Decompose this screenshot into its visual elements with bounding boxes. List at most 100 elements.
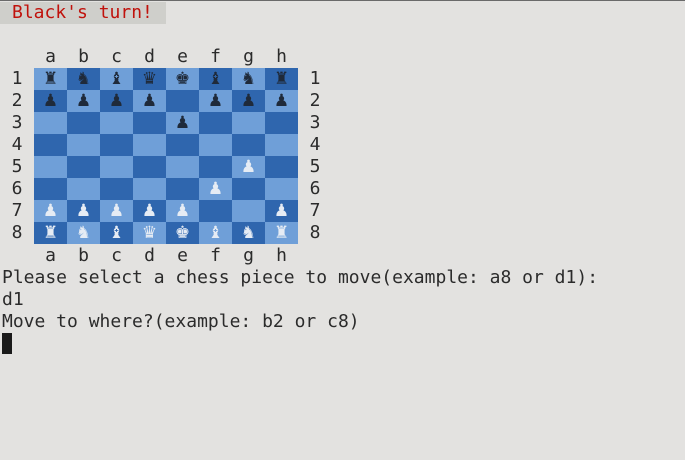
black-rook-icon: ♜ [42,69,59,89]
square-f2[interactable]: ♟ [199,90,232,112]
file-label-top-g: g [243,46,254,67]
square-h1[interactable]: ♜ [265,68,298,90]
file-label-bottom-c: c [111,245,122,266]
square-h7[interactable]: ♟ [265,200,298,222]
square-a8[interactable]: ♜ [34,222,67,244]
square-f3[interactable] [199,112,232,134]
square-f6[interactable]: ♟ [199,178,232,200]
black-pawn-icon: ♟ [174,113,191,133]
square-b2[interactable]: ♟ [67,90,100,112]
file-label-top-a: a [45,46,56,67]
square-b1[interactable]: ♞ [67,68,100,90]
file-label-top-h: h [276,46,287,67]
square-f4[interactable] [199,134,232,156]
black-pawn-icon: ♟ [273,91,290,111]
white-rook-icon: ♜ [273,223,290,243]
square-b4[interactable] [67,134,100,156]
square-e6[interactable] [166,178,199,200]
square-h2[interactable]: ♟ [265,90,298,112]
rank-label-right-8: 8 [309,222,321,243]
terminal-cursor[interactable] [2,333,12,354]
rank-label-right-3: 3 [309,112,321,133]
white-knight-icon: ♞ [240,223,257,243]
square-g5[interactable]: ♟ [232,156,265,178]
square-c6[interactable] [100,178,133,200]
square-g8[interactable]: ♞ [232,222,265,244]
square-c7[interactable]: ♟ [100,200,133,222]
black-pawn-icon: ♟ [75,91,92,111]
white-pawn-icon: ♟ [42,201,59,221]
square-g2[interactable]: ♟ [232,90,265,112]
square-c4[interactable] [100,134,133,156]
square-d6[interactable] [133,178,166,200]
square-f1[interactable]: ♝ [199,68,232,90]
rank-label-left-7: 7 [11,200,23,221]
turn-status-banner: Black's turn! [0,2,166,24]
square-g3[interactable] [232,112,265,134]
square-d4[interactable] [133,134,166,156]
square-d3[interactable] [133,112,166,134]
rank-label-left-6: 6 [11,178,23,199]
file-label-bottom-b: b [78,245,89,266]
move-destination-prompt: Move to where?(example: b2 or c8) [2,311,360,332]
square-g1[interactable]: ♞ [232,68,265,90]
square-a5[interactable] [34,156,67,178]
square-a3[interactable] [34,112,67,134]
white-king-icon: ♚ [174,223,191,243]
square-b5[interactable] [67,156,100,178]
square-d5[interactable] [133,156,166,178]
square-f8[interactable]: ♝ [199,222,232,244]
white-pawn-icon: ♟ [207,179,224,199]
rank-label-right-6: 6 [309,178,321,199]
square-b3[interactable] [67,112,100,134]
black-rook-icon: ♜ [273,69,290,89]
square-g6[interactable] [232,178,265,200]
square-a4[interactable] [34,134,67,156]
square-d2[interactable]: ♟ [133,90,166,112]
square-e1[interactable]: ♚ [166,68,199,90]
file-label-bottom-e: e [177,245,188,266]
square-h4[interactable] [265,134,298,156]
square-c2[interactable]: ♟ [100,90,133,112]
rank-label-left-4: 4 [11,134,23,155]
file-label-top-d: d [144,46,155,67]
file-label-bottom-f: f [210,245,221,266]
white-pawn-icon: ♟ [141,201,158,221]
square-a7[interactable]: ♟ [34,200,67,222]
square-e5[interactable] [166,156,199,178]
square-a2[interactable]: ♟ [34,90,67,112]
square-c3[interactable] [100,112,133,134]
square-e8[interactable]: ♚ [166,222,199,244]
square-d7[interactable]: ♟ [133,200,166,222]
rank-label-left-5: 5 [11,156,23,177]
file-label-top-c: c [111,46,122,67]
square-g7[interactable] [232,200,265,222]
rank-label-left-8: 8 [11,222,23,243]
square-e3[interactable]: ♟ [166,112,199,134]
square-g4[interactable] [232,134,265,156]
square-a6[interactable] [34,178,67,200]
square-d8[interactable]: ♛ [133,222,166,244]
square-h8[interactable]: ♜ [265,222,298,244]
black-queen-icon: ♛ [141,69,158,89]
square-h6[interactable] [265,178,298,200]
square-b8[interactable]: ♞ [67,222,100,244]
square-c5[interactable] [100,156,133,178]
square-c1[interactable]: ♝ [100,68,133,90]
square-d1[interactable]: ♛ [133,68,166,90]
square-a1[interactable]: ♜ [34,68,67,90]
square-e4[interactable] [166,134,199,156]
white-queen-icon: ♛ [141,223,158,243]
square-f7[interactable] [199,200,232,222]
square-e2[interactable] [166,90,199,112]
rank-label-left-1: 1 [11,68,23,89]
square-c8[interactable]: ♝ [100,222,133,244]
square-f5[interactable] [199,156,232,178]
square-h5[interactable] [265,156,298,178]
square-b6[interactable] [67,178,100,200]
square-h3[interactable] [265,112,298,134]
square-b7[interactable]: ♟ [67,200,100,222]
square-e7[interactable]: ♟ [166,200,199,222]
file-label-top-b: b [78,46,89,67]
file-label-top-f: f [210,46,221,67]
